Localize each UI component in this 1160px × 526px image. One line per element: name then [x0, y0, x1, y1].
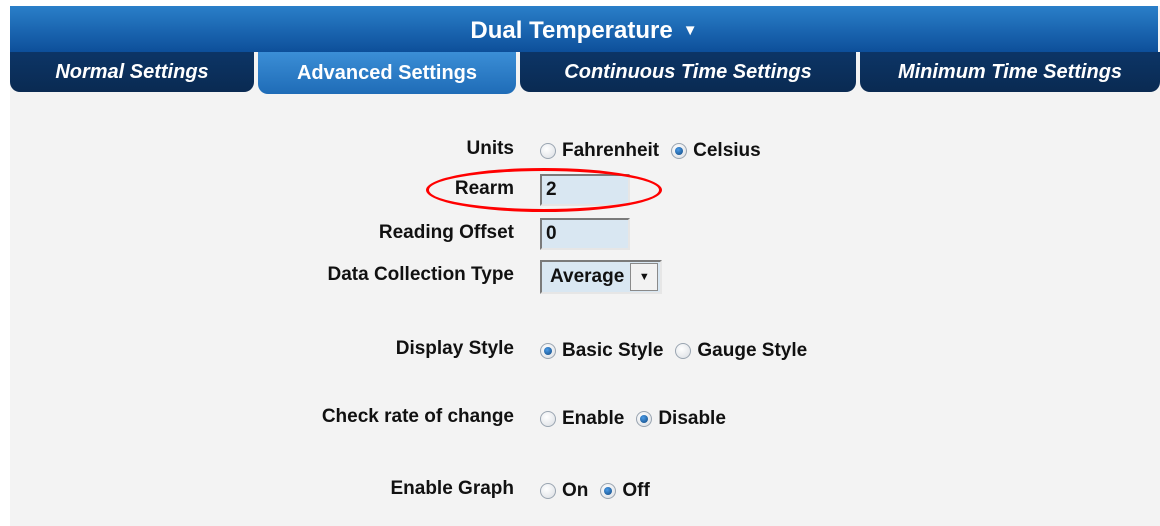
check-rate-option-enable[interactable]: Enable: [540, 408, 624, 430]
enable-graph-option-on[interactable]: On: [540, 480, 588, 502]
check-rate-of-change-radio-group: Enable Disable: [540, 408, 738, 430]
enable-graph-row: Enable Graph On Off: [10, 478, 1160, 514]
data-collection-type-label: Data Collection Type: [327, 264, 514, 285]
check-rate-of-change-label: Check rate of change: [321, 406, 514, 427]
settings-panel: Dual Temperature ▼ Normal Settings Advan…: [10, 6, 1160, 526]
display-style-label: Display Style: [395, 338, 514, 359]
check-rate-of-change-row: Check rate of change Enable Disable: [10, 406, 1160, 442]
units-option-fahrenheit-label: Fahrenheit: [562, 140, 660, 161]
radio-fahrenheit[interactable]: [540, 143, 556, 159]
display-style-row: Display Style Basic Style Gauge Style: [10, 338, 1160, 374]
check-rate-option-disable-label: Disable: [658, 408, 726, 429]
check-rate-option-enable-label: Enable: [562, 408, 625, 429]
radio-disable[interactable]: [636, 411, 653, 427]
caret-down-icon[interactable]: ▼: [683, 22, 698, 39]
data-collection-type-row: Data Collection Type Average ▼: [10, 260, 1160, 296]
enable-graph-option-off-label: Off: [622, 480, 650, 501]
radio-basic-style[interactable]: [540, 343, 556, 359]
enable-graph-option-off[interactable]: Off: [600, 480, 650, 502]
rearm-highlight-annotation: [426, 168, 662, 212]
display-style-option-basic-label: Basic Style: [562, 340, 664, 361]
title-bar[interactable]: Dual Temperature ▼: [10, 6, 1158, 52]
data-collection-type-select[interactable]: Average ▼: [540, 260, 663, 294]
units-option-fahrenheit[interactable]: Fahrenheit: [540, 140, 659, 162]
data-collection-type-value: Average: [550, 266, 625, 287]
tab-normal-settings[interactable]: Normal Settings: [10, 52, 254, 92]
reading-offset-row: Reading Offset 0: [10, 218, 1160, 254]
units-label: Units: [466, 138, 515, 159]
radio-enable[interactable]: [540, 411, 556, 427]
enable-graph-radio-group: On Off: [540, 480, 662, 502]
check-rate-option-disable[interactable]: Disable: [636, 408, 726, 430]
display-style-option-basic[interactable]: Basic Style: [540, 340, 663, 362]
page-title: Dual Temperature: [470, 17, 673, 44]
tab-minimum-time-settings[interactable]: Minimum Time Settings: [860, 52, 1160, 92]
tab-continuous-time-settings[interactable]: Continuous Time Settings: [520, 52, 856, 92]
display-style-option-gauge[interactable]: Gauge Style: [675, 340, 807, 362]
data-collection-type-control: Average ▼: [540, 260, 663, 294]
radio-celsius[interactable]: [671, 143, 688, 159]
radio-off[interactable]: [600, 483, 617, 499]
units-radio-group: Fahrenheit Celsius: [540, 140, 773, 162]
radio-on[interactable]: [540, 483, 556, 499]
enable-graph-option-on-label: On: [562, 480, 589, 501]
display-style-radio-group: Basic Style Gauge Style: [540, 340, 819, 362]
reading-offset-input[interactable]: 0: [540, 218, 630, 250]
units-option-celsius-label: Celsius: [693, 140, 761, 161]
tab-bar: Normal Settings Advanced Settings Contin…: [10, 52, 1160, 98]
tab-advanced-settings[interactable]: Advanced Settings: [258, 52, 516, 94]
display-style-option-gauge-label: Gauge Style: [697, 340, 808, 361]
enable-graph-label: Enable Graph: [390, 478, 514, 499]
radio-gauge-style[interactable]: [675, 343, 692, 359]
dropdown-arrow-icon[interactable]: ▼: [630, 263, 659, 291]
reading-offset-label: Reading Offset: [378, 222, 514, 243]
reading-offset-control: 0: [540, 218, 630, 250]
units-option-celsius[interactable]: Celsius: [671, 140, 761, 162]
